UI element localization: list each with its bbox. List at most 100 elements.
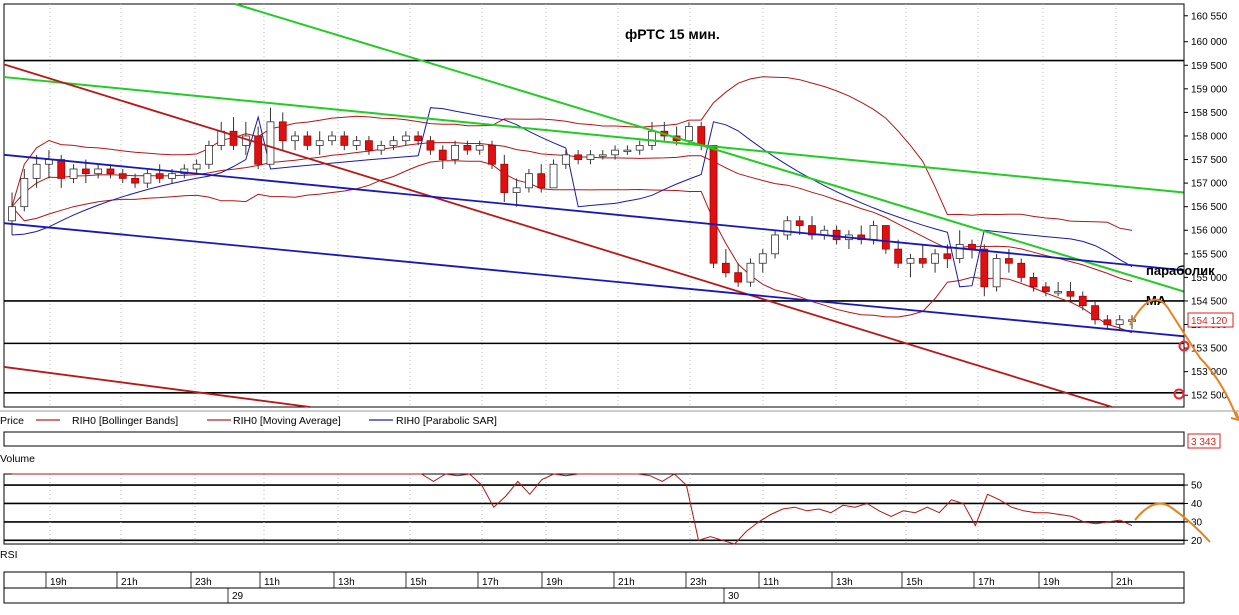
time-tick-label: 23h: [690, 577, 707, 588]
candle-body: [992, 258, 1001, 288]
price-tick-label: 158 500: [1191, 108, 1228, 119]
candle-body: [20, 177, 29, 208]
time-tick-label: 11h: [763, 577, 779, 588]
last-price-label: 154 120: [1191, 316, 1228, 327]
rsi-tick-label: 20: [1191, 536, 1203, 547]
time-tick-label: 19h: [1043, 577, 1060, 588]
time-tick-label: 13h: [338, 577, 355, 588]
time-tick-label: 13h: [836, 577, 853, 588]
candle-body: [500, 163, 509, 193]
date-tick-label: 29: [232, 591, 244, 602]
candle-body: [709, 145, 718, 264]
candle-body: [254, 135, 263, 165]
candle-body: [1054, 291, 1063, 294]
candle-body: [1066, 291, 1075, 297]
volume-value-label: 3 343: [1191, 437, 1216, 448]
time-tick-label: 11h: [264, 577, 280, 588]
candle-body: [57, 159, 66, 179]
volume-panel[interactable]: [3, 431, 1185, 447]
candle-body: [32, 163, 41, 179]
price-tick-label: 155 500: [1191, 249, 1228, 260]
time-tick-label: 19h: [50, 577, 67, 588]
candle-body: [611, 149, 619, 156]
time-tick-label: 21h: [618, 577, 635, 588]
candle-body: [303, 135, 312, 146]
price-panel-label: Price: [0, 415, 24, 427]
candle-body: [943, 253, 952, 259]
chart-title: фРТС 15 мин.: [625, 26, 720, 42]
candle-body: [229, 130, 238, 146]
volume-panel-label: Volume: [0, 453, 35, 465]
candle-body: [315, 140, 324, 146]
candle-body: [783, 220, 792, 236]
candle-body: [217, 130, 226, 146]
price-tick-label: 159 500: [1191, 61, 1228, 72]
candle-body: [143, 173, 152, 184]
candle-body: [685, 126, 693, 142]
candle-body: [1017, 262, 1026, 278]
candle-body: [648, 130, 656, 146]
price-tick-label: 157 000: [1191, 179, 1228, 190]
candle-body: [475, 145, 484, 151]
candle-body: [69, 168, 78, 179]
rsi-tick-label: 40: [1191, 499, 1203, 510]
candle-body: [635, 145, 644, 151]
candle-body: [205, 145, 213, 165]
candle-body: [918, 258, 927, 264]
time-tick-label: 15h: [906, 577, 923, 588]
price-tick-label: 154 500: [1191, 296, 1228, 307]
candle-body: [106, 168, 115, 175]
date-tick-label: 30: [728, 591, 740, 602]
candle-body: [426, 140, 435, 151]
price-tick-label: 160 000: [1191, 37, 1228, 48]
price-axis: 160 550 160 000 159 500 159 000 158 500 158 0…: [1183, 4, 1228, 407]
candle-body: [869, 225, 878, 241]
candle-body: [906, 258, 915, 264]
time-tick-label: 17h: [978, 577, 995, 588]
candle-body: [574, 154, 583, 160]
candle-body: [1029, 276, 1038, 288]
candle-body: [771, 234, 779, 255]
candle-body: [278, 121, 287, 142]
candle-body: [365, 140, 373, 151]
candle-body: [1091, 305, 1099, 321]
candle-body: [340, 135, 349, 146]
candle-body: [746, 262, 755, 283]
candle-body: [291, 135, 299, 142]
candle-body: [955, 243, 964, 259]
time-tick-label: 23h: [195, 577, 212, 588]
candle-body: [488, 145, 496, 165]
annotation-parabolic: параболик: [1146, 263, 1215, 278]
candle-body: [1078, 295, 1087, 307]
candle-body: [549, 163, 558, 189]
price-tick-label: 156 000: [1191, 226, 1228, 237]
candle-body: [734, 272, 743, 283]
price-tick-label: 157 500: [1191, 155, 1228, 166]
candle-body: [1041, 286, 1050, 292]
time-tick-label: 21h: [121, 577, 138, 588]
candle-body: [155, 173, 164, 179]
candle-body: [537, 173, 546, 189]
candle-body: [1103, 319, 1112, 325]
price-tick-label: 158 000: [1191, 131, 1228, 142]
legend-sar: RIH0 [Parabolic SAR]: [396, 415, 497, 427]
rsi-tick-label: 30: [1191, 517, 1203, 528]
candle-body: [266, 121, 275, 165]
candle-body: [1005, 258, 1013, 264]
candle-body: [451, 145, 459, 160]
price-tick-label: 159 000: [1191, 84, 1228, 95]
date-axis: [3, 587, 1185, 604]
candle-body: [931, 253, 939, 264]
candle-body: [192, 163, 201, 170]
candle-body: [795, 220, 804, 226]
candle-body: [721, 262, 730, 274]
candle-body: [389, 140, 398, 146]
rsi-tick-label: 50: [1191, 481, 1203, 492]
chart-window: 160 550 160 000 159 500 159 000 158 500 158 0…: [0, 0, 1239, 610]
candle-body: [401, 135, 410, 142]
price-tick-label: 156 500: [1191, 202, 1228, 213]
time-tick-label: 21h: [1116, 577, 1133, 588]
candle-body: [832, 229, 841, 241]
candle-body: [623, 149, 632, 153]
legend-bollinger: RIH0 [Bollinger Bands]: [72, 415, 178, 427]
